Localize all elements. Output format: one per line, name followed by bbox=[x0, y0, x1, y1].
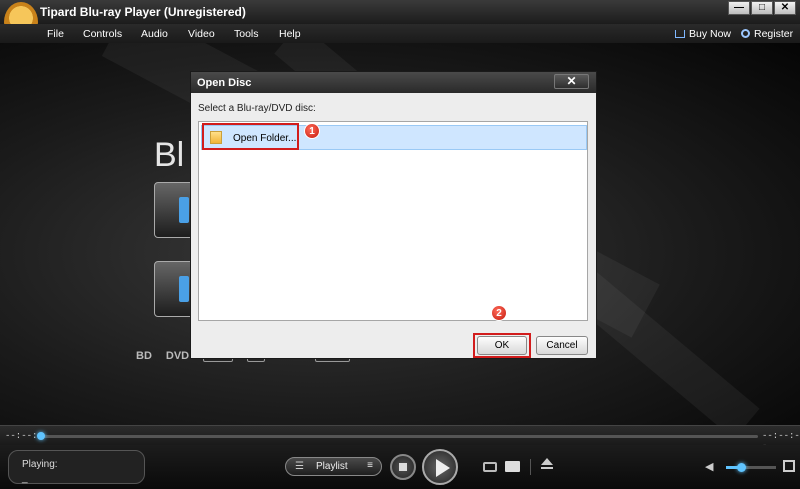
file-icon bbox=[179, 197, 189, 223]
list-icon: ☰ bbox=[295, 461, 304, 472]
disc-list[interactable]: Open Folder... bbox=[198, 121, 588, 321]
cancel-button[interactable]: Cancel bbox=[536, 336, 588, 355]
playlist-label: Playlist bbox=[316, 461, 348, 472]
menu-audio[interactable]: Audio bbox=[141, 28, 168, 40]
register-link[interactable]: Register bbox=[741, 28, 793, 40]
stop-button[interactable] bbox=[390, 454, 416, 480]
open-disc-tile[interactable] bbox=[154, 261, 194, 317]
close-window-button[interactable]: ✕ bbox=[774, 1, 796, 15]
playlist-button[interactable]: ☰ Playlist ≡ bbox=[285, 457, 382, 476]
step-2-badge: 2 bbox=[491, 305, 507, 321]
playlist-toggle-icon: ≡ bbox=[367, 460, 373, 471]
fullscreen-icon[interactable] bbox=[783, 460, 795, 472]
minimize-button[interactable]: — bbox=[728, 1, 750, 15]
menu-file[interactable]: File bbox=[47, 28, 64, 40]
menu-bar: File Controls Audio Video Tools Help Buy… bbox=[0, 24, 800, 43]
snapshot-camera-icon[interactable] bbox=[483, 462, 497, 472]
seek-bar-area: --:--:-- --:--:-- bbox=[0, 425, 800, 451]
cart-icon bbox=[675, 30, 685, 38]
status-value: _ bbox=[22, 473, 28, 484]
open-file-tile[interactable] bbox=[154, 182, 194, 238]
app-title: Tipard Blu-ray Player (Unregistered) bbox=[40, 5, 246, 19]
step-1-highlight bbox=[202, 123, 299, 150]
maximize-button[interactable]: □ bbox=[751, 1, 773, 15]
menu-video[interactable]: Video bbox=[188, 28, 215, 40]
seek-handle[interactable] bbox=[37, 432, 45, 440]
eject-icon-base bbox=[541, 467, 553, 469]
play-button[interactable] bbox=[422, 449, 458, 485]
window-controls: — □ ✕ bbox=[727, 1, 796, 15]
dvd-logo: DVD bbox=[165, 350, 190, 362]
bluray-logo: BD bbox=[136, 350, 152, 362]
volume-handle[interactable] bbox=[737, 463, 746, 472]
step-1-badge: 1 bbox=[304, 123, 320, 139]
background-title: Bl bbox=[154, 136, 185, 174]
dialog-title-bar: Open Disc ✕ bbox=[191, 72, 596, 93]
menu-tools[interactable]: Tools bbox=[234, 28, 259, 40]
buy-now-link[interactable]: Buy Now bbox=[675, 28, 731, 40]
volume-speaker-icon[interactable]: ◀ bbox=[705, 460, 717, 473]
register-label: Register bbox=[754, 28, 794, 40]
dialog-close-button[interactable]: ✕ bbox=[554, 74, 589, 89]
dialog-title: Open Disc bbox=[197, 77, 252, 89]
divider bbox=[530, 459, 531, 475]
open-disc-dialog: Open Disc ✕ Select a Blu-ray/DVD disc: O… bbox=[190, 71, 597, 359]
status-label: Playing: bbox=[22, 459, 58, 470]
eject-icon[interactable] bbox=[541, 458, 553, 465]
title-bar: Tipard Blu-ray Player (Unregistered) — □… bbox=[0, 0, 800, 42]
menu-controls[interactable]: Controls bbox=[83, 28, 122, 40]
open-folder-icon[interactable] bbox=[505, 461, 520, 472]
key-icon bbox=[741, 29, 750, 38]
seek-track[interactable] bbox=[40, 435, 758, 438]
ok-button[interactable]: OK bbox=[477, 336, 527, 355]
menu-help[interactable]: Help bbox=[279, 28, 301, 40]
status-panel: Playing: _ bbox=[8, 450, 145, 484]
disc-icon bbox=[179, 276, 189, 302]
dialog-prompt: Select a Blu-ray/DVD disc: bbox=[198, 103, 316, 114]
buy-now-label: Buy Now bbox=[689, 28, 732, 40]
control-bar: Playing: _ ☰ Playlist ≡ ◀ bbox=[0, 445, 800, 489]
